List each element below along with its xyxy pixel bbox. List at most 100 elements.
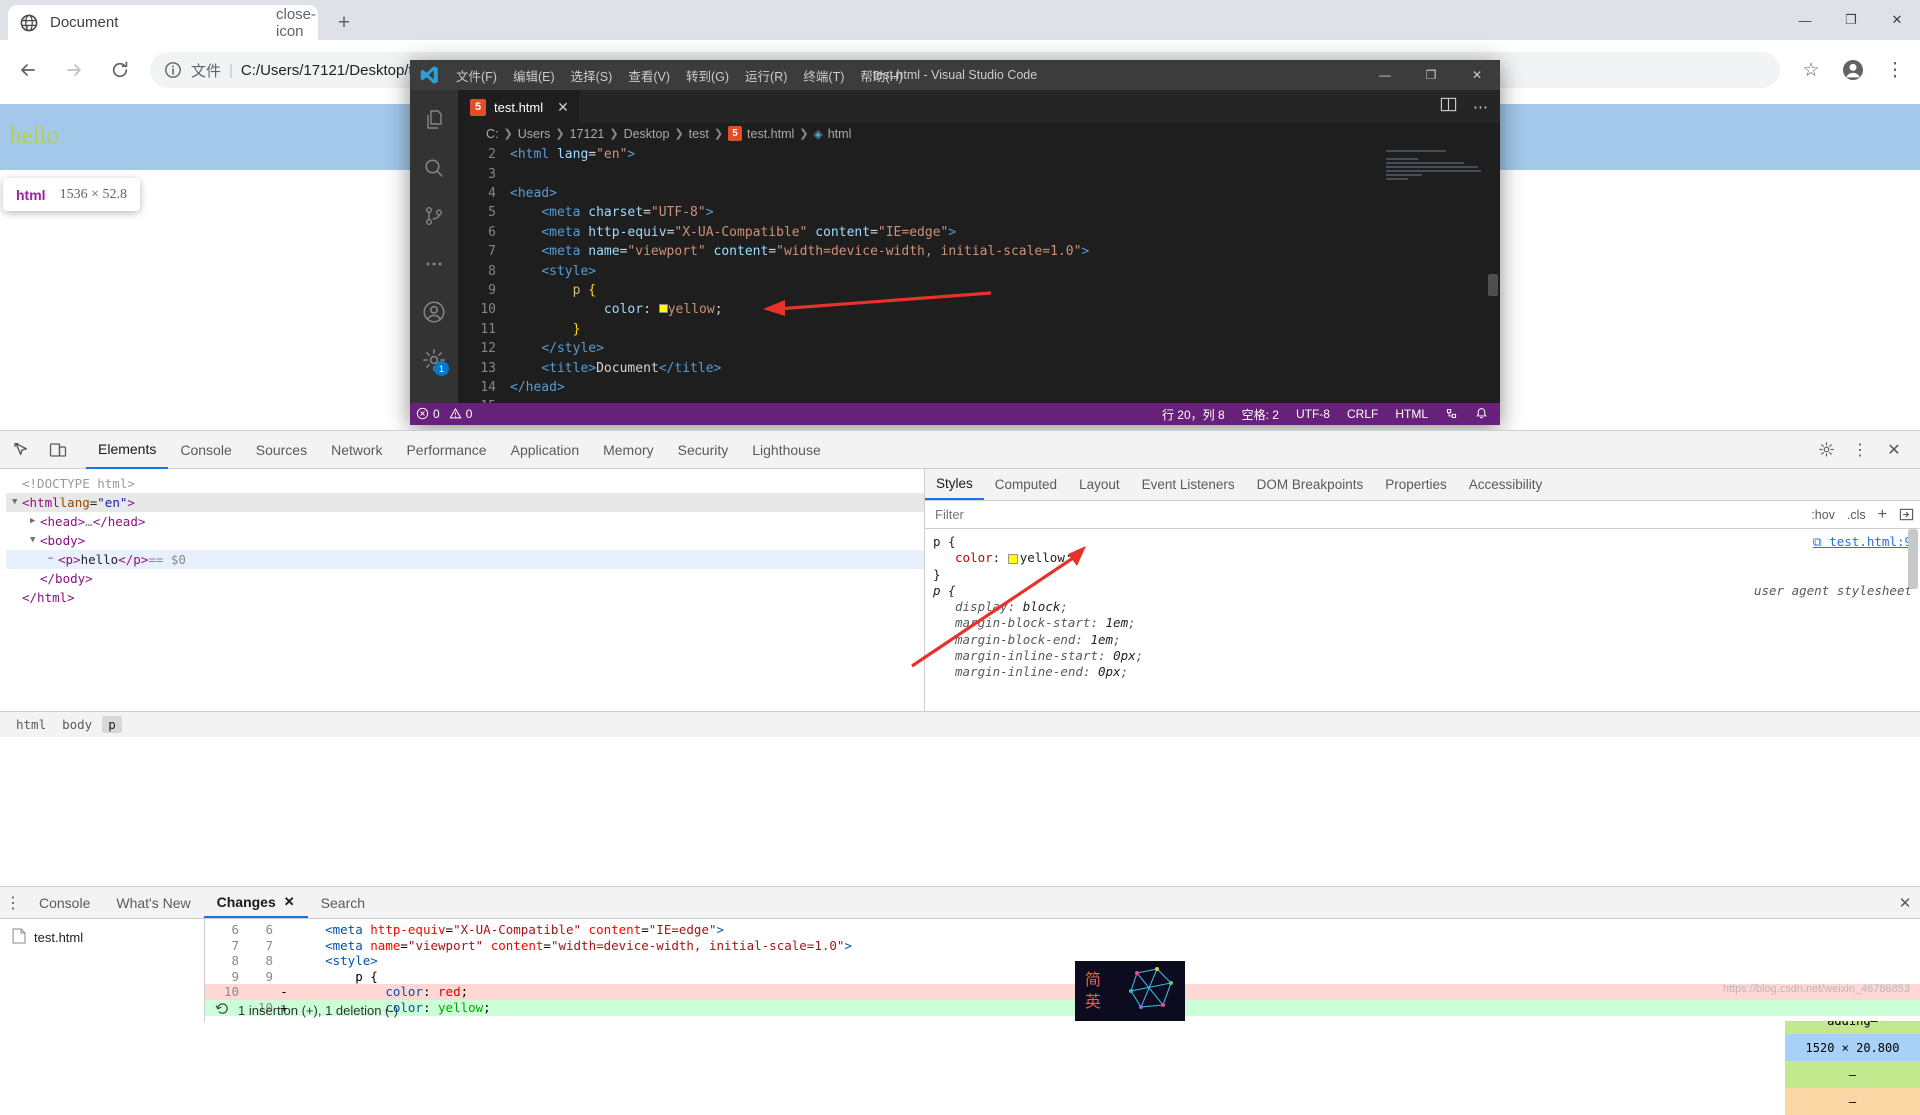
style-selector[interactable]: p {	[933, 583, 956, 599]
expand-arrow-icon[interactable]: ▶	[30, 512, 40, 531]
device-toolbar-icon[interactable]	[44, 436, 72, 464]
diff-view[interactable]: 6 6 <meta http-equiv="X-UA-Compatible" co…	[205, 919, 1920, 1022]
search-icon[interactable]	[410, 144, 458, 192]
devtools-tab-elements[interactable]: Elements	[86, 431, 169, 469]
vscode-minimap[interactable]	[1386, 150, 1486, 190]
breadcrumb-item-0[interactable]: C:	[486, 127, 499, 141]
devtools-tab-application[interactable]: Application	[499, 431, 592, 469]
drawer-tab-search[interactable]: Search	[308, 887, 378, 918]
vscode-close-button[interactable]: ✕	[1454, 60, 1500, 90]
minimize-button[interactable]: —	[1782, 0, 1828, 40]
breadcrumb-item-4[interactable]: test	[689, 127, 709, 141]
changed-file-item[interactable]: test.html	[0, 925, 204, 949]
inspect-element-icon[interactable]	[8, 436, 36, 464]
close-icon[interactable]: ✕	[1880, 436, 1908, 464]
breadcrumb-item-1[interactable]: Users	[518, 127, 551, 141]
source-control-icon[interactable]	[410, 192, 458, 240]
code-line[interactable]	[510, 397, 1500, 403]
code-line[interactable]: <meta charset="UTF-8">	[510, 203, 1500, 222]
error-count[interactable]: 0	[433, 407, 440, 421]
styles-tab-dom-breakpoints[interactable]: DOM Breakpoints	[1246, 469, 1375, 500]
gear-icon[interactable]	[1812, 436, 1840, 464]
dom-node[interactable]: ▼ <body>	[6, 531, 924, 550]
accounts-icon[interactable]	[410, 288, 458, 336]
style-declaration[interactable]: color: yellow;	[933, 550, 1912, 566]
explorer-icon[interactable]	[410, 96, 458, 144]
style-declaration[interactable]: display: block;	[933, 599, 1912, 615]
code-line[interactable]: <html lang="en">	[510, 145, 1500, 164]
style-declaration[interactable]: margin-inline-end: 0px;	[933, 664, 1912, 680]
dom-crumb-body[interactable]: body	[56, 716, 98, 733]
undo-icon[interactable]	[215, 1001, 230, 1019]
style-property[interactable]: margin-block-end	[955, 632, 1075, 647]
box-model-row[interactable]: –	[1785, 1088, 1920, 1115]
drawer-tab-changes[interactable]: Changes ✕	[203, 887, 308, 918]
vscode-menu-6[interactable]: 终端(T)	[795, 62, 852, 89]
more-vertical-icon[interactable]: ⋮	[1846, 436, 1874, 464]
browser-tab[interactable]: Document close-icon	[8, 5, 318, 40]
breadcrumb-item-5[interactable]: test.html	[747, 127, 794, 141]
vscode-menu-5[interactable]: 运行(R)	[737, 62, 795, 89]
box-model-row[interactable]: –	[1785, 1061, 1920, 1088]
code-line[interactable]: color: yellow;	[510, 300, 1500, 319]
maximize-button[interactable]: ❐	[1828, 0, 1874, 40]
cls-toggle[interactable]: .cls	[1841, 508, 1872, 522]
code-line[interactable]: </style>	[510, 339, 1500, 358]
vscode-menu-4[interactable]: 转到(G)	[678, 62, 737, 89]
code-line[interactable]: </head>	[510, 378, 1500, 397]
styles-tab-layout[interactable]: Layout	[1068, 469, 1131, 500]
styles-tab-computed[interactable]: Computed	[984, 469, 1068, 500]
styles-rules-list[interactable]: p {⧉ test.html:9 color: yellow;} p {user a…	[925, 529, 1920, 711]
drawer-tab-console[interactable]: Console	[26, 887, 103, 918]
cursor-position[interactable]: 行 20，列 8	[1162, 406, 1225, 423]
warning-triangle-icon[interactable]	[449, 407, 462, 421]
encoding[interactable]: UTF-8	[1296, 407, 1330, 421]
breadcrumb-item-2[interactable]: 17121	[570, 127, 605, 141]
style-declaration[interactable]: margin-inline-start: 0px;	[933, 648, 1912, 664]
vscode-menu-7[interactable]: 帮助(H)	[852, 62, 910, 89]
devtools-tab-console[interactable]: Console	[168, 431, 243, 469]
devtools-tab-lighthouse[interactable]: Lighthouse	[740, 431, 833, 469]
devtools-tab-performance[interactable]: Performance	[394, 431, 498, 469]
box-model-row[interactable]: 1520 × 20.800	[1785, 1034, 1920, 1061]
new-style-rule-icon[interactable]	[1893, 507, 1920, 522]
split-editor-icon[interactable]	[1440, 96, 1457, 118]
style-declaration[interactable]: margin-block-start: 1em;	[933, 615, 1912, 631]
styles-tab-styles[interactable]: Styles	[925, 469, 984, 500]
code-line[interactable]	[510, 165, 1500, 184]
dom-node[interactable]: ▶ <head>… </head>	[6, 512, 924, 531]
settings-gear-icon[interactable]: 1	[410, 336, 458, 384]
vscode-code-region[interactable]: 2 3 4 5 6 7 8 9 10 11 12 13 14 15 <html lang="en"> <h…	[458, 144, 1500, 403]
bell-icon[interactable]	[1475, 407, 1488, 421]
dom-node[interactable]: <!DOCTYPE html>	[6, 474, 924, 493]
style-value[interactable]: block	[1023, 599, 1061, 614]
expand-arrow-icon[interactable]: ⋯	[48, 550, 58, 569]
style-value[interactable]: 1em	[1090, 632, 1113, 647]
expand-arrow-icon[interactable]: ▼	[12, 493, 22, 512]
bookmark-star-icon[interactable]: ☆	[1794, 53, 1828, 87]
language-mode[interactable]: HTML	[1395, 407, 1428, 421]
dom-crumb-html[interactable]: html	[10, 716, 52, 733]
close-window-button[interactable]: ✕	[1874, 0, 1920, 40]
code-line[interactable]: }	[510, 320, 1500, 339]
dom-node[interactable]: </html>	[6, 588, 924, 607]
browser-menu-icon[interactable]: ⋮	[1878, 53, 1912, 87]
error-circle-icon[interactable]	[416, 407, 429, 421]
drawer-tab-what-s-new[interactable]: What's New	[103, 887, 203, 918]
remote-icon[interactable]	[1445, 407, 1458, 421]
vscode-minimize-button[interactable]: —	[1362, 60, 1408, 90]
indentation[interactable]: 空格: 2	[1242, 406, 1279, 423]
devtools-tab-security[interactable]: Security	[666, 431, 741, 469]
new-style-rule-button[interactable]: +	[1872, 506, 1893, 524]
reload-button[interactable]	[102, 52, 138, 88]
style-value[interactable]: 0px	[1098, 664, 1121, 679]
style-value[interactable]: 1em	[1106, 615, 1129, 630]
color-swatch[interactable]	[1007, 553, 1018, 564]
styles-filter-input[interactable]	[933, 506, 1806, 523]
style-source[interactable]: ⧉ test.html:9	[1813, 534, 1912, 550]
breadcrumb-item-6[interactable]: html	[828, 127, 852, 141]
styles-scrollbar-thumb[interactable]	[1908, 529, 1918, 589]
drawer-tab-close-icon[interactable]: ✕	[284, 894, 295, 910]
close-icon[interactable]: close-icon	[276, 6, 316, 40]
styles-tab-accessibility[interactable]: Accessibility	[1458, 469, 1554, 500]
